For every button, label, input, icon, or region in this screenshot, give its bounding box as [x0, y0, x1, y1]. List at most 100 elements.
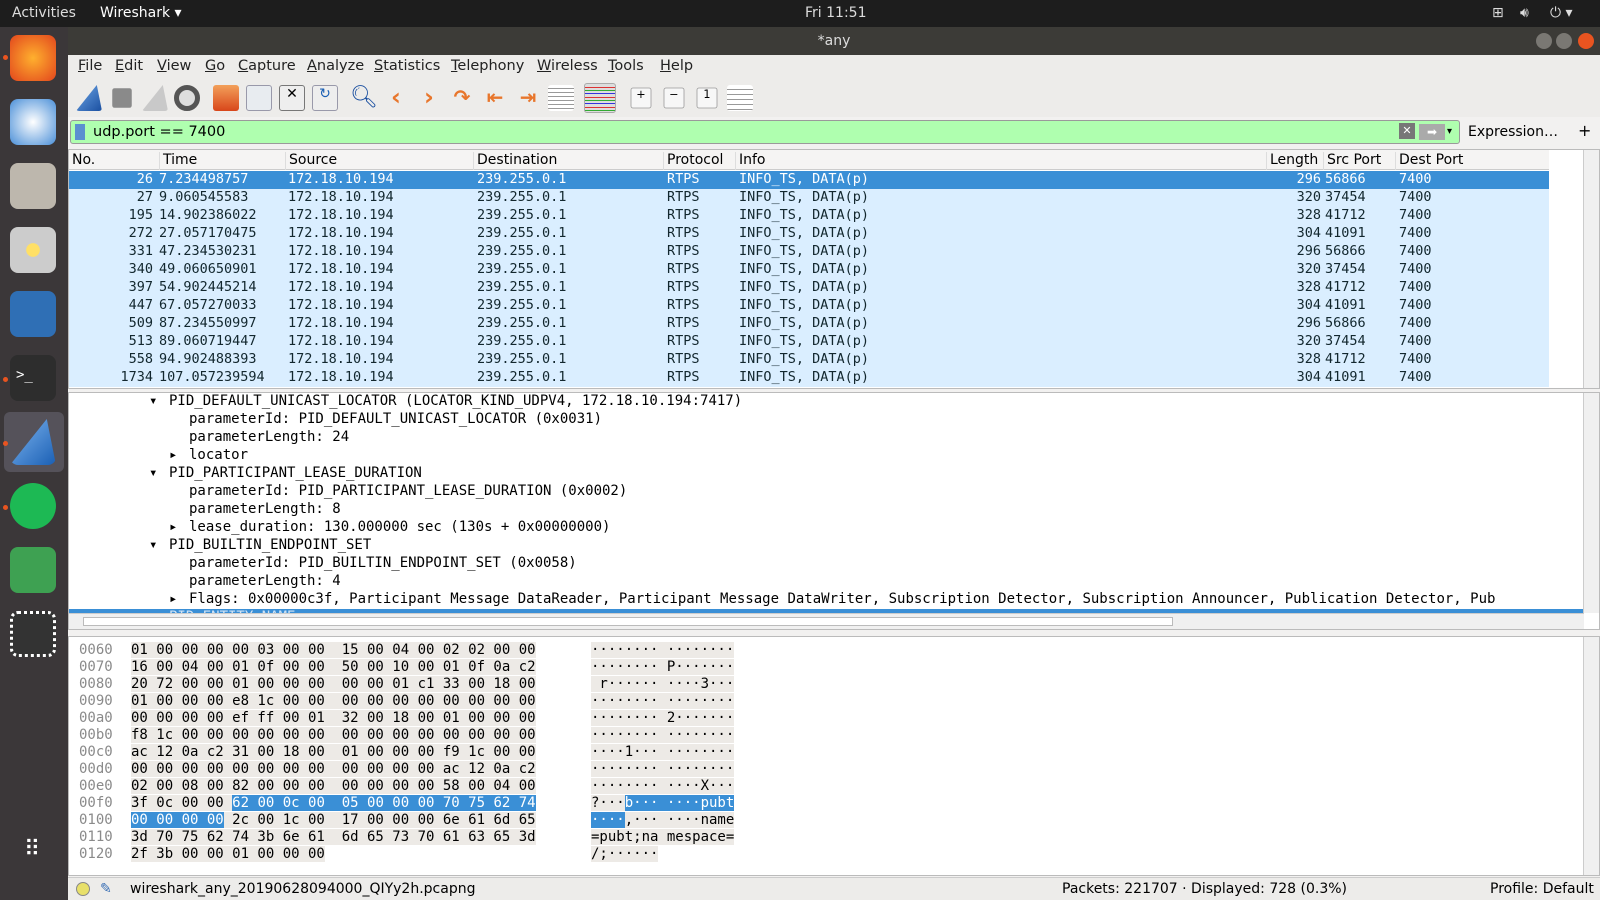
- menu-file[interactable]: File: [78, 58, 102, 74]
- hex-bytes[interactable]: 00 00 00 00 2c 00 1c 00 17 00 00 00 6e 6…: [131, 812, 536, 828]
- detail-tree-item[interactable]: ▸ Flags: 0x00000c3f, Participant Message …: [169, 591, 1495, 609]
- packet-row[interactable]: 26 7.234498757 172.18.10.194 239.255.0.1 RTP…: [69, 171, 1549, 189]
- reload-file-icon[interactable]: ↻: [312, 85, 338, 111]
- go-forward-icon[interactable]: ›: [416, 85, 442, 111]
- firefox-icon[interactable]: [10, 35, 56, 81]
- column-no[interactable]: No.: [69, 152, 95, 170]
- packet-row[interactable]: 397 54.902445214 172.18.10.194 239.255.0.1 R…: [69, 279, 1549, 297]
- detail-tree-item[interactable]: ▾ PID_DEFAULT_UNICAST_LOCATOR (LOCATOR_KI…: [149, 393, 742, 411]
- menu-statistics[interactable]: Statistics: [374, 58, 440, 74]
- menu-go[interactable]: Go: [205, 58, 225, 74]
- app-menu[interactable]: Wireshark ▾: [100, 5, 182, 21]
- expander-icon[interactable]: ▸: [169, 447, 189, 463]
- hex-ascii[interactable]: ········ ········: [591, 761, 735, 777]
- restart-capture-icon[interactable]: [142, 85, 168, 111]
- hex-ascii[interactable]: ········ ········: [591, 693, 735, 709]
- files-icon[interactable]: [10, 163, 56, 209]
- rhythmbox-icon[interactable]: [10, 227, 56, 273]
- save-file-icon[interactable]: [246, 85, 272, 111]
- expander-icon[interactable]: ▸: [169, 591, 189, 607]
- hex-ascii[interactable]: =pubt;na mespace=: [591, 829, 735, 845]
- hex-bytes[interactable]: 2f 3b 00 00 01 00 00 00: [131, 846, 325, 862]
- app-grid-icon[interactable]: ⠿: [10, 837, 56, 883]
- column-info[interactable]: Info: [735, 152, 766, 170]
- bookmark-icon[interactable]: [75, 124, 85, 140]
- show-apps-icon[interactable]: [10, 611, 56, 657]
- capture-comment-icon[interactable]: ✎: [100, 881, 112, 897]
- detail-tree-item[interactable]: ▸ locator: [169, 447, 248, 465]
- volume-icon[interactable]: 🔊︎: [1520, 5, 1529, 21]
- hex-ascii[interactable]: ········ ········: [591, 727, 735, 743]
- packet-row[interactable]: 195 14.902386022 172.18.10.194 239.255.0.1 R…: [69, 207, 1549, 225]
- detail-tree-item[interactable]: parameterLength: 8: [169, 501, 341, 519]
- power-icon[interactable]: ⏻ ▾: [1550, 5, 1573, 21]
- zoom-in-icon[interactable]: +: [630, 87, 652, 109]
- hex-bytes[interactable]: ac 12 0a c2 31 00 18 00 01 00 00 00 f9 1…: [131, 744, 536, 760]
- resize-columns-icon[interactable]: [727, 85, 753, 111]
- expander-icon[interactable]: ▸: [169, 519, 189, 535]
- hex-ascii[interactable]: ········ ········: [591, 642, 735, 658]
- hex-ascii[interactable]: ····,··· ····name: [591, 812, 735, 828]
- bytes-scrollbar[interactable]: [1583, 637, 1599, 875]
- menu-view[interactable]: View: [157, 58, 191, 74]
- hex-ascii[interactable]: r······ ····3···: [591, 676, 735, 692]
- detail-tree-item[interactable]: ▾ PID_PARTICIPANT_LEASE_DURATION: [149, 465, 422, 483]
- detail-tree-item[interactable]: parameterId: PID_DEFAULT_UNICAST_LOCATOR…: [169, 411, 602, 429]
- menu-help[interactable]: Help: [660, 58, 693, 74]
- clear-filter-icon[interactable]: ✕: [1399, 123, 1415, 139]
- detail-tree-item[interactable]: parameterId: PID_BUILTIN_ENDPOINT_SET (0…: [169, 555, 577, 573]
- expression-button[interactable]: Expression…: [1468, 124, 1558, 140]
- calc-icon[interactable]: [10, 547, 56, 593]
- hex-bytes[interactable]: 00 00 00 00 ef ff 00 01 32 00 18 00 01 0…: [131, 710, 536, 726]
- hex-ascii[interactable]: ········ 2·······: [591, 710, 735, 726]
- colorize-icon[interactable]: [584, 83, 616, 113]
- terminal-icon[interactable]: >_: [10, 355, 56, 401]
- hex-ascii[interactable]: ········ P·······: [591, 659, 735, 675]
- maximize-button[interactable]: [1556, 33, 1572, 49]
- packet-row[interactable]: 1734 107.057239594 172.18.10.194 239.255.0.…: [69, 369, 1549, 387]
- menu-tools[interactable]: Tools: [608, 58, 644, 74]
- add-filter-button[interactable]: +: [1578, 121, 1591, 140]
- minimize-button[interactable]: [1536, 33, 1552, 49]
- menu-edit[interactable]: Edit: [115, 58, 143, 74]
- clock[interactable]: Fri 11:51: [805, 5, 866, 21]
- hex-ascii[interactable]: /;······: [591, 846, 659, 862]
- hex-bytes[interactable]: 02 00 08 00 82 00 00 00 00 00 00 00 58 0…: [131, 778, 536, 794]
- display-filter-input[interactable]: udp.port == 7400 ✕ ➡ ▾: [70, 120, 1460, 144]
- packet-row[interactable]: 331 47.234530231 172.18.10.194 239.255.0.1 R…: [69, 243, 1549, 261]
- hex-bytes[interactable]: 01 00 00 00 00 03 00 00 15 00 04 00 02 0…: [131, 642, 536, 658]
- go-back-icon[interactable]: ‹: [383, 85, 409, 111]
- detail-tree-item[interactable]: ▸ lease_duration: 130.000000 sec (130s + …: [169, 519, 610, 537]
- auto-scroll-icon[interactable]: [548, 85, 574, 111]
- zoom-out-icon[interactable]: −: [663, 87, 685, 109]
- profile[interactable]: Profile: Default: [1490, 881, 1594, 897]
- column-protocol[interactable]: Protocol: [663, 152, 723, 170]
- column-destination[interactable]: Destination: [473, 152, 557, 170]
- find-packet-icon[interactable]: 🔍︎: [350, 85, 378, 111]
- filter-history-dropdown[interactable]: ▾: [1447, 121, 1459, 143]
- open-file-icon[interactable]: [213, 85, 239, 111]
- packet-row[interactable]: 513 89.060719447 172.18.10.194 239.255.0.1 R…: [69, 333, 1549, 351]
- packet-row[interactable]: 447 67.057270033 172.18.10.194 239.255.0.1 R…: [69, 297, 1549, 315]
- packet-row[interactable]: 509 87.234550997 172.18.10.194 239.255.0.1 R…: [69, 315, 1549, 333]
- packet-list-scrollbar[interactable]: [1583, 150, 1599, 388]
- network-icon[interactable]: ⊞: [1492, 5, 1504, 21]
- column-src-port[interactable]: Src Port: [1323, 152, 1381, 170]
- detail-tree-item[interactable]: ▾ PID_BUILTIN_ENDPOINT_SET: [149, 537, 371, 555]
- menu-capture[interactable]: Capture: [238, 58, 296, 74]
- apply-filter-icon[interactable]: ➡: [1419, 124, 1445, 140]
- details-vscrollbar[interactable]: [1583, 393, 1599, 613]
- writer-icon[interactable]: [10, 291, 56, 337]
- menu-wireless[interactable]: Wireless: [537, 58, 598, 74]
- close-file-icon[interactable]: ✕: [279, 85, 305, 111]
- menu-analyze[interactable]: Analyze: [307, 58, 364, 74]
- packet-row[interactable]: 558 94.902488393 172.18.10.194 239.255.0.1 R…: [69, 351, 1549, 369]
- hex-ascii[interactable]: ····1··· ········: [591, 744, 735, 760]
- column-dest-port[interactable]: Dest Port: [1395, 152, 1463, 170]
- packet-row[interactable]: 340 49.060650901 172.18.10.194 239.255.0.1 R…: [69, 261, 1549, 279]
- packet-row[interactable]: 27 9.060545583 172.18.10.194 239.255.0.1 RTP…: [69, 189, 1549, 207]
- hex-bytes[interactable]: 01 00 00 00 e8 1c 00 00 00 00 00 00 00 0…: [131, 693, 536, 709]
- column-source[interactable]: Source: [285, 152, 337, 170]
- expander-icon[interactable]: ▾: [149, 393, 169, 409]
- stop-capture-icon[interactable]: [112, 88, 132, 108]
